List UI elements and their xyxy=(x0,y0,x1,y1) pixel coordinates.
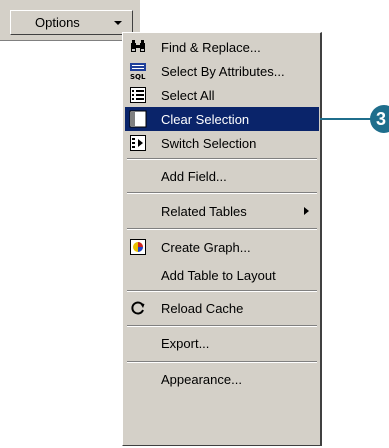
menu-item-label: Reload Cache xyxy=(161,301,244,316)
menu-item-export[interactable]: Export... xyxy=(125,331,319,355)
menu-separator xyxy=(127,158,317,160)
menu-item-select-all[interactable]: Select All xyxy=(125,83,319,107)
dropdown-arrow-icon xyxy=(114,21,122,25)
menu-item-label: Export... xyxy=(161,336,210,351)
clear-selection-icon xyxy=(129,110,147,128)
menu-item-label: Related Tables xyxy=(161,204,247,219)
menu-item-clear-selection[interactable]: Clear Selection xyxy=(125,107,319,131)
menu-item-appearance[interactable]: Appearance... xyxy=(125,367,319,391)
menu-item-switch-selection[interactable]: Switch Selection xyxy=(125,131,319,155)
options-button-label: Options xyxy=(35,15,80,30)
menu-separator xyxy=(127,192,317,194)
step-callout-badge: 3 xyxy=(370,105,389,133)
switch-selection-icon xyxy=(130,135,146,151)
options-button[interactable]: Options xyxy=(10,10,133,35)
menu-item-add-field[interactable]: Add Field... xyxy=(125,164,319,188)
reload-icon xyxy=(131,301,145,315)
menu-item-label: Select All xyxy=(161,88,215,103)
menu-item-label: Select By Attributes... xyxy=(161,64,285,79)
menu-item-select-by-attributes[interactable]: SQL Select By Attributes... xyxy=(125,59,319,83)
menu-item-reload-cache[interactable]: Reload Cache xyxy=(125,296,319,320)
menu-separator xyxy=(127,325,317,327)
menu-item-label: Find & Replace... xyxy=(161,40,261,55)
options-menu: Find & Replace... SQL Select By Attribut… xyxy=(122,32,322,446)
select-all-icon xyxy=(130,87,146,103)
menu-item-find-replace[interactable]: Find & Replace... xyxy=(125,35,319,59)
toolbar-divider xyxy=(0,40,122,41)
menu-item-label: Switch Selection xyxy=(161,136,257,151)
svg-text:SQL: SQL xyxy=(130,73,146,80)
menu-item-label: Clear Selection xyxy=(161,112,250,127)
menu-separator xyxy=(127,228,317,230)
sql-icon: SQL xyxy=(130,63,146,80)
menu-item-label: Create Graph... xyxy=(161,240,251,255)
menu-item-related-tables[interactable]: Related Tables xyxy=(125,199,319,223)
menu-item-label: Add Field... xyxy=(161,169,227,184)
menu-item-add-table-to-layout[interactable]: Add Table to Layout xyxy=(125,263,319,287)
callout-line xyxy=(320,118,375,120)
submenu-arrow-icon xyxy=(304,207,309,215)
menu-item-label: Add Table to Layout xyxy=(161,268,276,283)
binoculars-icon xyxy=(131,40,145,52)
menu-item-label: Appearance... xyxy=(161,372,242,387)
menu-separator xyxy=(127,361,317,363)
menu-separator xyxy=(127,290,317,292)
graph-icon xyxy=(130,239,146,255)
menu-item-create-graph[interactable]: Create Graph... xyxy=(125,235,319,259)
